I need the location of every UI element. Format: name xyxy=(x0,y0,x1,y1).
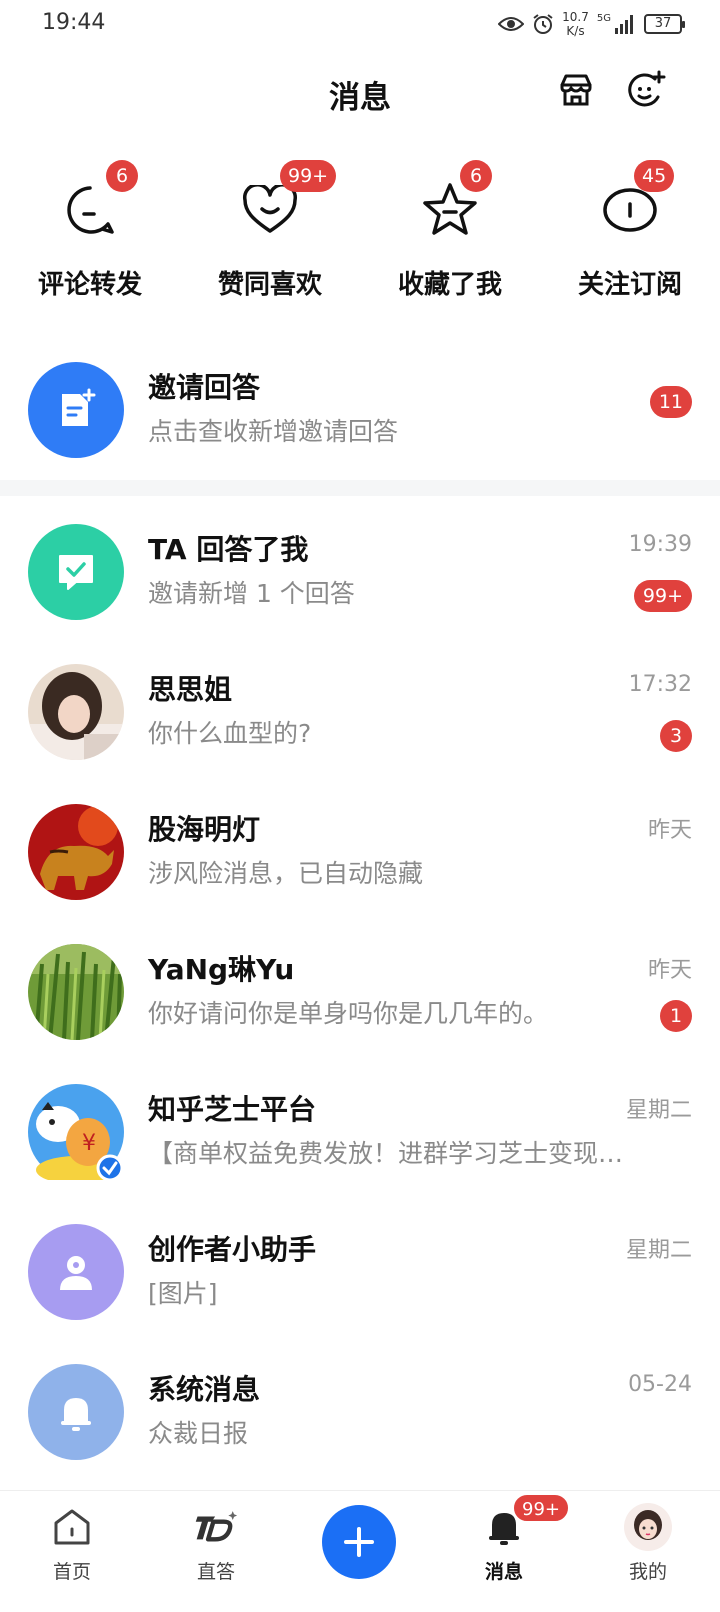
row-subtitle: 你什么血型的? xyxy=(148,719,312,748)
favorites-badge: 6 xyxy=(460,160,492,192)
list-item-conversation[interactable]: TA 回答了我 邀请新增 1 个回答 19:39 99+ xyxy=(0,502,720,642)
eye-icon xyxy=(498,15,525,33)
row-title: 系统消息 xyxy=(148,1373,261,1406)
row-title: YaNg琳Yu xyxy=(148,953,295,986)
bottom-nav: 首页 直答 99+ 消息 我的 xyxy=(0,1490,720,1612)
row-time: 19:39 xyxy=(628,532,692,557)
signal-icon: 5G xyxy=(597,14,636,34)
row-time: 星期二 xyxy=(625,1098,692,1123)
row-time: 05-24 xyxy=(628,1372,692,1397)
quick-action-follows[interactable]: 45 关注订阅 xyxy=(540,160,720,310)
svg-text:¥: ¥ xyxy=(82,1131,96,1156)
message-list: 邀请回答 点击查收新增邀请回答 11 TA 回答了我 邀请新增 1 个回答 19… xyxy=(0,340,720,1482)
quick-actions: 6 评论转发 99+ 赞同喜欢 6 收藏了我 45 关注订阅 xyxy=(0,160,720,310)
unread-badge: 1 xyxy=(660,1000,692,1032)
quick-action-label: 评论转发 xyxy=(37,270,142,300)
profile-avatar xyxy=(624,1503,672,1551)
header: 消息 xyxy=(0,56,720,128)
row-time: 昨天 xyxy=(647,818,692,843)
quick-action-favorites[interactable]: 6 收藏了我 xyxy=(360,160,540,310)
nav-label: 直答 xyxy=(196,1561,235,1583)
row-time: 星期二 xyxy=(625,1238,692,1263)
zhihu-cheese-mascot: ¥ xyxy=(28,1084,124,1180)
list-item-conversation[interactable]: 系统消息 众裁日报 05-24 xyxy=(0,1342,720,1482)
row-title: 邀请回答 xyxy=(148,371,261,404)
page-title: 消息 xyxy=(329,80,391,116)
home-icon xyxy=(50,1505,94,1549)
nav-label: 首页 xyxy=(52,1561,91,1583)
net-speed: 10.7 K/s xyxy=(562,10,589,38)
bell-icon xyxy=(28,1364,124,1460)
create-button[interactable] xyxy=(322,1505,396,1579)
row-title: 创作者小助手 xyxy=(148,1233,317,1266)
row-subtitle: 你好请问你是单身吗你是几几年的。 xyxy=(148,999,549,1028)
nav-messages[interactable]: 99+ 消息 xyxy=(432,1491,576,1612)
user-photo-bull xyxy=(28,804,124,900)
invite-doc-icon xyxy=(28,362,124,458)
status-bar: 19:44 10.7 K/s 5G 37 xyxy=(0,0,720,48)
messages-badge: 99+ xyxy=(512,1493,570,1523)
quick-action-label: 赞同喜欢 xyxy=(217,270,322,300)
section-divider xyxy=(0,480,720,496)
quick-action-label: 关注订阅 xyxy=(577,270,682,300)
row-subtitle: [图片] xyxy=(148,1279,218,1308)
answer-check-icon xyxy=(28,524,124,620)
plus-icon xyxy=(344,1527,374,1557)
row-subtitle: 邀请新增 1 个回答 xyxy=(148,579,355,608)
zhida-logo-icon xyxy=(194,1505,238,1549)
list-item-conversation[interactable]: 股海明灯 涉风险消息，已自动隐藏 昨天 xyxy=(0,782,720,922)
unread-badge: 99+ xyxy=(633,580,692,612)
user-photo-grass xyxy=(28,944,124,1040)
list-item-invite[interactable]: 邀请回答 点击查收新增邀请回答 11 xyxy=(0,340,720,480)
nav-zhida[interactable]: 直答 xyxy=(144,1491,288,1612)
list-item-conversation[interactable]: ¥ 知乎芝士平台 【商单权益免费发放！进群学习芝士变现… 星期二 xyxy=(0,1062,720,1202)
unread-badge: 3 xyxy=(660,720,692,752)
battery-icon: 37 xyxy=(644,14,685,34)
quick-action-likes[interactable]: 99+ 赞同喜欢 xyxy=(180,160,360,310)
creator-person-icon xyxy=(28,1224,124,1320)
row-time: 17:32 xyxy=(628,672,692,697)
alarm-icon xyxy=(532,13,554,35)
shop-icon xyxy=(557,71,595,113)
quick-action-comments[interactable]: 6 评论转发 xyxy=(0,160,180,310)
status-icons: 10.7 K/s 5G 37 xyxy=(498,8,685,40)
comment-icon xyxy=(60,180,120,240)
row-title: 知乎芝士平台 xyxy=(148,1093,317,1126)
new-chat-button[interactable] xyxy=(622,68,670,116)
nav-create[interactable] xyxy=(288,1491,432,1612)
row-title: 思思姐 xyxy=(148,673,233,706)
add-chat-icon xyxy=(625,69,667,115)
status-time: 19:44 xyxy=(42,10,106,35)
list-item-conversation[interactable]: YaNg琳Yu 你好请问你是单身吗你是几几年的。 昨天 1 xyxy=(0,922,720,1062)
list-item-conversation[interactable]: 创作者小助手 [图片] 星期二 xyxy=(0,1202,720,1342)
nav-profile[interactable]: 我的 xyxy=(576,1491,720,1612)
comments-badge: 6 xyxy=(106,160,138,192)
nav-home[interactable]: 首页 xyxy=(0,1491,144,1612)
row-title: 股海明灯 xyxy=(148,813,261,846)
follows-badge: 45 xyxy=(634,160,675,192)
unread-badge: 11 xyxy=(649,386,692,418)
row-title: TA 回答了我 xyxy=(148,533,309,566)
row-subtitle: 点击查收新增邀请回答 xyxy=(148,417,399,446)
row-subtitle: 众裁日报 xyxy=(148,1419,249,1448)
quick-action-label: 收藏了我 xyxy=(397,270,502,300)
likes-badge: 99+ xyxy=(280,160,337,192)
row-subtitle: 【商单权益免费发放！进群学习芝士变现… xyxy=(148,1139,624,1168)
row-time: 昨天 xyxy=(647,958,692,983)
user-photo-girl xyxy=(28,664,124,760)
row-subtitle: 涉风险消息，已自动隐藏 xyxy=(148,859,424,888)
shop-button[interactable] xyxy=(552,68,600,116)
nav-label: 我的 xyxy=(628,1561,667,1583)
list-item-conversation[interactable]: 思思姐 你什么血型的? 17:32 3 xyxy=(0,642,720,782)
nav-label: 消息 xyxy=(484,1561,523,1583)
